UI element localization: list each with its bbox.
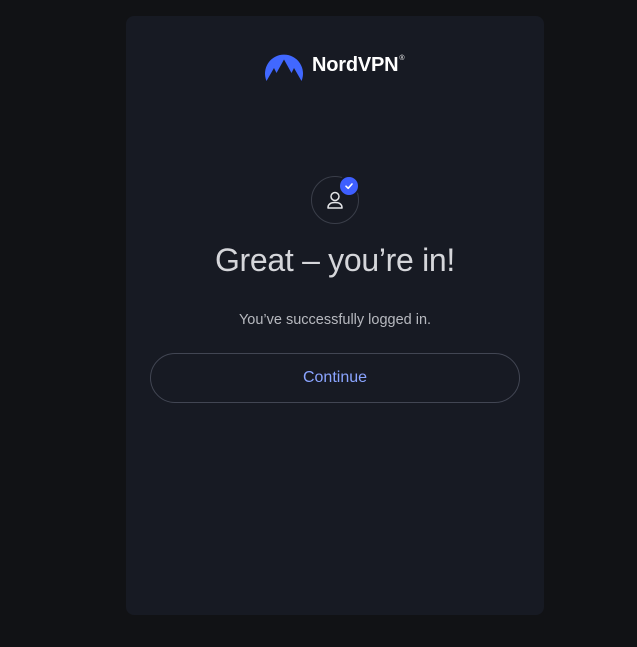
registered-mark: ® (399, 55, 405, 62)
verified-user-avatar (311, 175, 360, 224)
brand-logo: NordVPN® (264, 48, 405, 82)
login-success-card: NordVPN® Great – you’re in! You’ve succe… (126, 16, 544, 615)
verified-badge (338, 175, 360, 197)
brand-name: NordVPN® (312, 54, 405, 76)
nordvpn-mountain-logo-icon (265, 54, 303, 81)
success-heading: Great – you’re in! (214, 242, 456, 278)
continue-button[interactable]: Continue (150, 353, 520, 403)
success-message: You’ve successfully logged in. (238, 312, 432, 328)
checkmark-icon (345, 183, 353, 190)
